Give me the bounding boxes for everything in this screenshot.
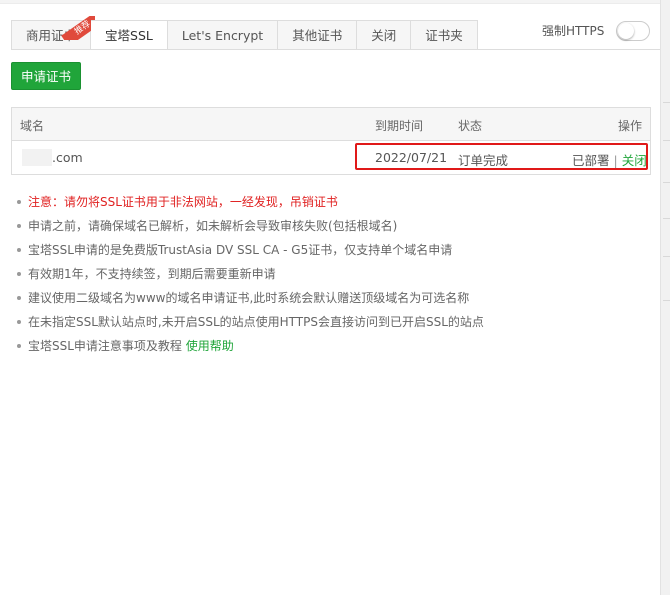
tab-baota-ssl[interactable]: 宝塔SSL xyxy=(91,20,168,50)
tab-close[interactable]: 关闭 xyxy=(357,20,412,50)
tabs-divider xyxy=(11,49,660,50)
header-domain: 域名 xyxy=(20,119,45,133)
help-link[interactable]: 使用帮助 xyxy=(186,339,234,353)
domain-redaction xyxy=(22,149,52,166)
tab-label: 其他证书 xyxy=(292,28,343,43)
top-divider xyxy=(0,0,660,4)
edge-mark xyxy=(663,218,670,219)
ssl-tabs: 商用证书 推荐 宝塔SSL Let's Encrypt 其他证书 关闭 证书夹 xyxy=(11,16,478,50)
list-item: 有效期1年，不支持续签，到期后需要重新申请 xyxy=(17,267,647,291)
list-item: 宝塔SSL申请的是免费版TrustAsia DV SSL CA - G5证书，仅… xyxy=(17,243,647,267)
force-https-label: 强制HTTPS xyxy=(542,24,605,38)
header-expire: 到期时间 xyxy=(375,119,424,133)
tab-label: Let's Encrypt xyxy=(181,28,264,43)
header-action: 操作 xyxy=(618,119,643,133)
list-item: 申请之前，请确保域名已解析，如未解析会导致审核失败(包括根域名) xyxy=(17,219,647,243)
edge-mark xyxy=(663,300,670,301)
ssl-panel: 商用证书 推荐 宝塔SSL Let's Encrypt 其他证书 关闭 证书夹 … xyxy=(0,0,660,595)
table-header: 域名 到期时间 状态 操作 xyxy=(12,108,650,141)
edge-mark xyxy=(663,182,670,183)
help-note-text: 宝塔SSL申请注意事项及教程 xyxy=(28,339,182,353)
tab-label: 关闭 xyxy=(371,28,397,43)
notes-list: 注意：请勿将SSL证书用于非法网站，一经发现，吊销证书 申请之前，请确保域名已解… xyxy=(17,195,647,363)
toggle-knob xyxy=(618,23,634,39)
edge-mark xyxy=(663,256,670,257)
tab-other-cert[interactable]: 其他证书 xyxy=(278,20,358,50)
list-item: 建议使用二级域名为www的域名申请证书,此时系统会默认赠送顶级域名为可选名称 xyxy=(17,291,647,315)
background-window-edge xyxy=(660,0,670,595)
highlight-box xyxy=(355,143,648,170)
list-item: 注意：请勿将SSL证书用于非法网站，一经发现，吊销证书 xyxy=(17,195,647,219)
tab-commercial-cert[interactable]: 商用证书 推荐 xyxy=(11,16,96,50)
tab-label: 证书夹 xyxy=(425,28,463,43)
list-item: 宝塔SSL申请注意事项及教程 使用帮助 xyxy=(17,339,647,363)
row-domain: .com xyxy=(52,150,83,165)
force-https-toggle[interactable] xyxy=(616,21,650,41)
list-item: 在未指定SSL默认站点时,未开启SSL的站点使用HTTPS会直接访问到已开启SS… xyxy=(17,315,647,339)
apply-cert-button[interactable]: 申请证书 xyxy=(11,62,81,90)
tab-lets-encrypt[interactable]: Let's Encrypt xyxy=(167,20,279,50)
tab-label: 商用证书 xyxy=(26,28,77,43)
edge-mark xyxy=(663,140,670,141)
edge-mark xyxy=(663,102,670,103)
tab-label: 宝塔SSL xyxy=(105,28,153,43)
tab-cert-folder[interactable]: 证书夹 xyxy=(411,20,478,50)
header-status: 状态 xyxy=(458,119,483,133)
